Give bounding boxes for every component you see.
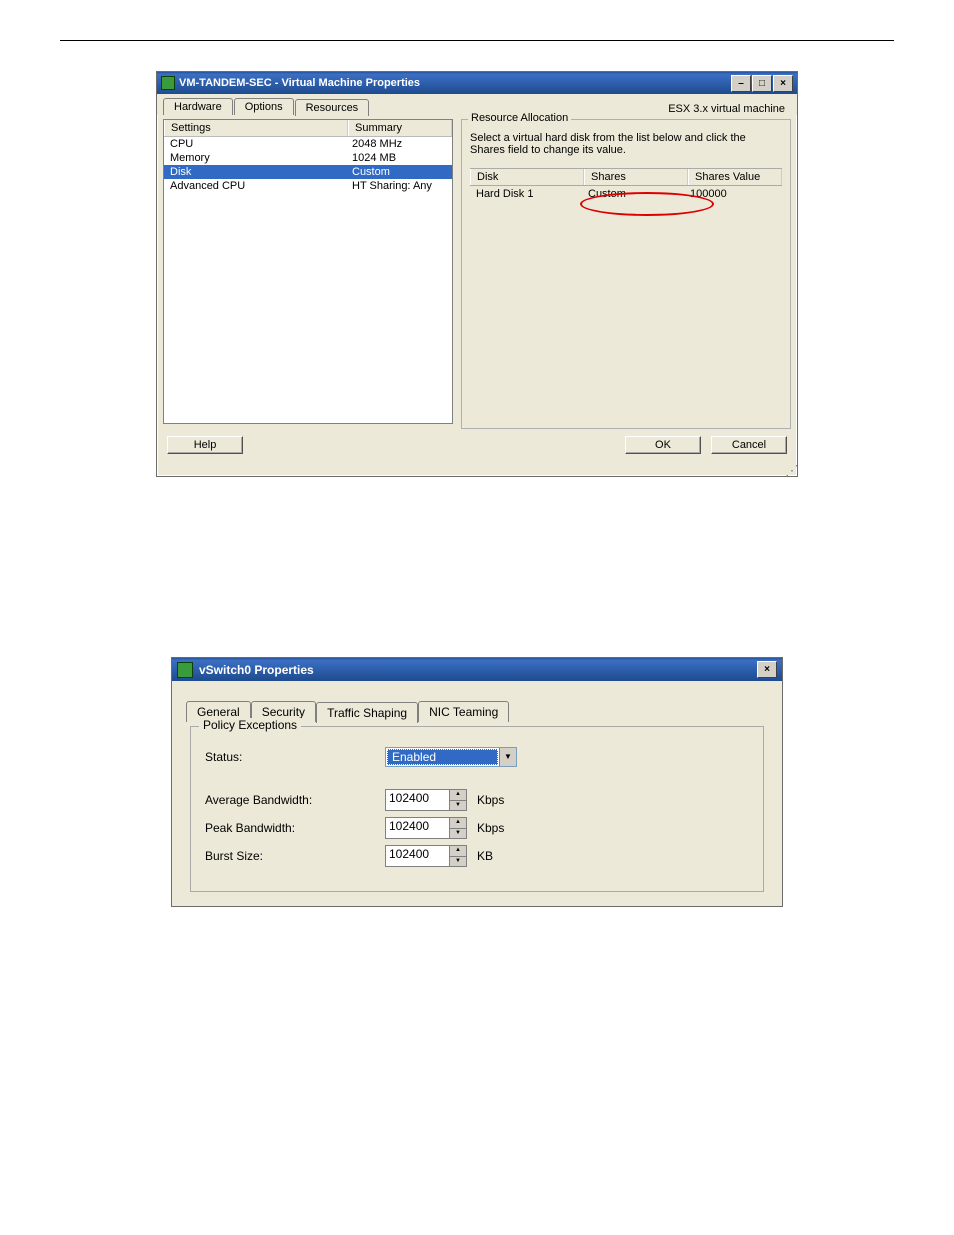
burst-size-unit: KB xyxy=(477,849,493,863)
tab-hardware[interactable]: Hardware xyxy=(163,98,233,115)
col-shares: Shares xyxy=(584,169,688,185)
resource-allocation-group: Resource Allocation Select a virtual har… xyxy=(461,119,791,429)
tab-resources[interactable]: Resources xyxy=(295,99,370,116)
spin-up-icon[interactable]: ▲ xyxy=(450,790,466,801)
col-summary: Summary xyxy=(348,120,452,136)
tab-options[interactable]: Options xyxy=(234,98,294,115)
peak-bw-value: 102400 xyxy=(386,818,449,838)
spin-down-icon[interactable]: ▼ xyxy=(450,829,466,839)
col-shares-value: Shares Value xyxy=(688,169,782,185)
spin-down-icon[interactable]: ▼ xyxy=(450,857,466,867)
col-settings: Settings xyxy=(164,120,348,136)
help-text: Select a virtual hard disk from the list… xyxy=(470,132,782,156)
burst-size-label: Burst Size: xyxy=(205,849,385,863)
settings-table: Settings Summary CPU 2048 MHz Memory 102… xyxy=(163,119,453,424)
avg-bw-value: 102400 xyxy=(386,790,449,810)
row-memory[interactable]: Memory 1024 MB xyxy=(164,151,452,165)
cell-disk: Hard Disk 1 xyxy=(470,186,582,202)
resize-grip[interactable]: ⋰ xyxy=(157,466,797,476)
status-label: Status: xyxy=(205,750,385,764)
maximize-button[interactable]: □ xyxy=(752,75,772,92)
status-value: Enabled xyxy=(387,749,498,765)
app-icon xyxy=(161,76,175,90)
tab-nic-teaming[interactable]: NIC Teaming xyxy=(418,701,509,722)
cell-shares: Custom xyxy=(582,186,684,202)
window-title: VM-TANDEM-SEC - Virtual Machine Properti… xyxy=(179,77,731,89)
burst-size-spinner[interactable]: 102400 ▲▼ xyxy=(385,845,467,867)
disk-row[interactable]: Hard Disk 1 Custom 100000 xyxy=(470,186,782,202)
peak-bw-unit: Kbps xyxy=(477,821,504,835)
vswitch-properties-dialog: vSwitch0 Properties × General Security T… xyxy=(171,657,783,907)
row-advanced-cpu[interactable]: Advanced CPU HT Sharing: Any xyxy=(164,179,452,193)
cancel-button[interactable]: Cancel xyxy=(711,436,787,454)
chevron-down-icon: ▼ xyxy=(499,748,516,766)
groupbox-legend: Resource Allocation xyxy=(468,112,571,124)
app-icon xyxy=(177,662,193,678)
spin-up-icon[interactable]: ▲ xyxy=(450,818,466,829)
esx-version-label: ESX 3.x virtual machine xyxy=(370,103,791,115)
peak-bw-label: Peak Bandwidth: xyxy=(205,821,385,835)
spin-down-icon[interactable]: ▼ xyxy=(450,801,466,811)
policy-exceptions-group: Policy Exceptions Status: Enabled ▼ Aver… xyxy=(190,726,764,892)
vm-properties-dialog: VM-TANDEM-SEC - Virtual Machine Properti… xyxy=(156,71,798,477)
avg-bw-label: Average Bandwidth: xyxy=(205,793,385,807)
tab-traffic-shaping[interactable]: Traffic Shaping xyxy=(316,702,418,723)
titlebar: VM-TANDEM-SEC - Virtual Machine Properti… xyxy=(157,72,797,94)
row-cpu[interactable]: CPU 2048 MHz xyxy=(164,137,452,151)
groupbox-legend: Policy Exceptions xyxy=(199,718,301,732)
avg-bw-spinner[interactable]: 102400 ▲▼ xyxy=(385,789,467,811)
col-disk: Disk xyxy=(470,169,584,185)
cell-shares-value: 100000 xyxy=(684,186,782,202)
burst-size-value: 102400 xyxy=(386,846,449,866)
spin-up-icon[interactable]: ▲ xyxy=(450,846,466,857)
status-dropdown[interactable]: Enabled ▼ xyxy=(385,747,517,767)
ok-button[interactable]: OK xyxy=(625,436,701,454)
row-disk[interactable]: Disk Custom xyxy=(164,165,452,179)
help-button[interactable]: Help xyxy=(167,436,243,454)
peak-bw-spinner[interactable]: 102400 ▲▼ xyxy=(385,817,467,839)
close-button[interactable]: × xyxy=(773,75,793,92)
titlebar: vSwitch0 Properties × xyxy=(172,658,782,681)
minimize-button[interactable]: – xyxy=(731,75,751,92)
close-button[interactable]: × xyxy=(757,661,777,678)
avg-bw-unit: Kbps xyxy=(477,793,504,807)
window-title: vSwitch0 Properties xyxy=(199,663,757,677)
